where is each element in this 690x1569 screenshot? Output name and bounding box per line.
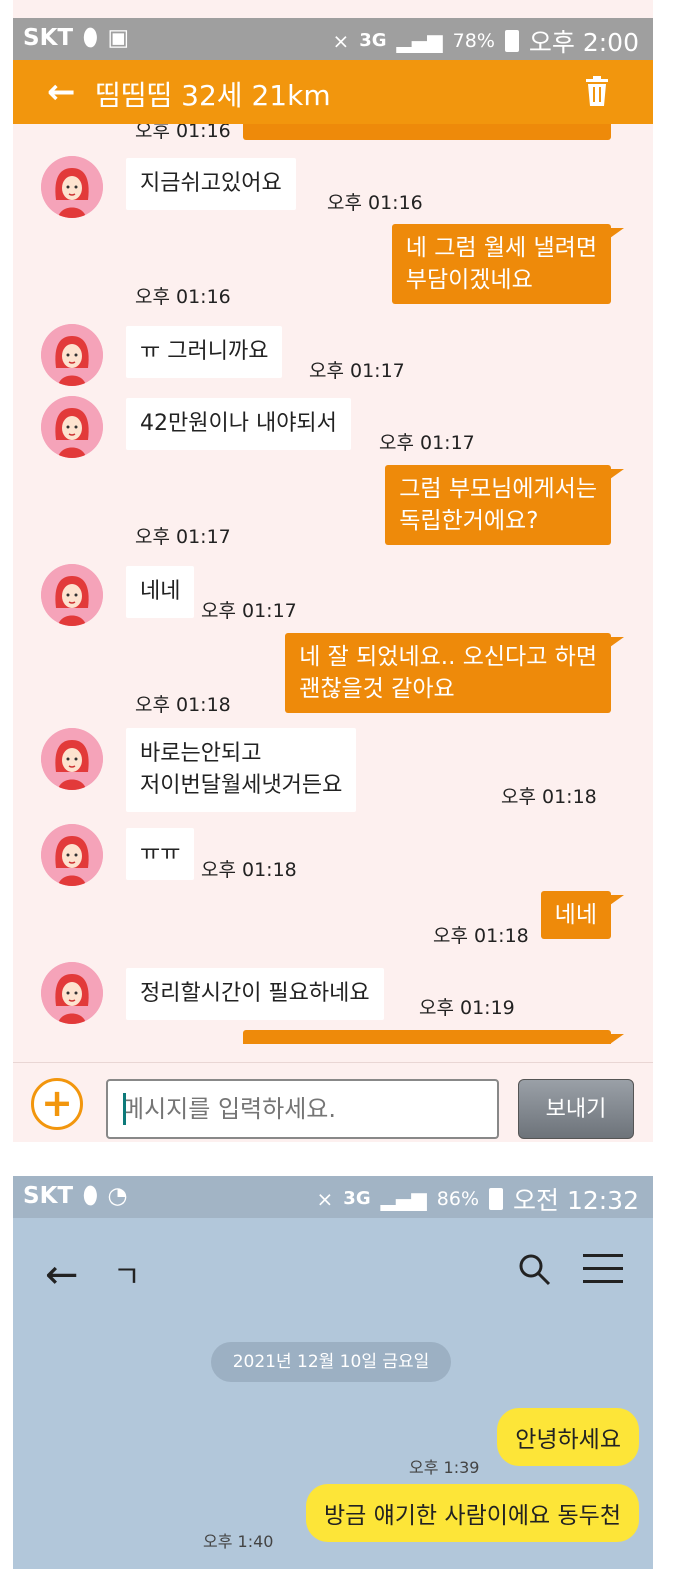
network-label-2: 3G [343, 1188, 371, 1209]
chat-title: 띰띰띰 32세 21km [95, 79, 331, 112]
message-time: 오후 01:17 [135, 526, 231, 548]
wifi-icon: ◔ [107, 1183, 128, 1209]
message-bubble[interactable]: 네네 [540, 891, 625, 939]
chat-title-2: ㄱ [113, 1260, 141, 1295]
mute-icon-2: ⨯ [316, 1187, 334, 1211]
status-bar: SKT ⬮ ▣ ⨯ 3G ▂▄▆ 78% 오후 2:00 [13, 18, 653, 60]
date-divider: 2021년 12월 10일 금요일 [211, 1342, 451, 1382]
back-arrow-icon-2[interactable]: ← [45, 1252, 79, 1298]
message-bubble[interactable]: ㅠㅠ [126, 828, 195, 880]
carrier-label: SKT [23, 25, 74, 51]
message-bubble[interactable] [243, 1030, 624, 1044]
message-bubble[interactable]: ㅠ 그러니까요 [126, 326, 283, 378]
signal-icon: ▂▄▆ [396, 29, 443, 53]
chat-header: ← 띰띰띰 32세 21km [13, 60, 653, 124]
message-bubble[interactable]: 그럼 부모님에게서는 독립한거에요? [385, 465, 624, 545]
message-time: 오후 01:16 [327, 192, 423, 214]
carrier-label-2: SKT [23, 1183, 74, 1209]
avatar[interactable] [41, 728, 103, 790]
message-time: 오후 01:19 [419, 997, 515, 1019]
back-arrow-icon[interactable]: ← [47, 72, 76, 112]
mute-icon: ⨯ [332, 29, 350, 53]
message-bubble[interactable] [243, 124, 611, 140]
bottom-chat-screen: SKT ⬮ ◔ ⨯ 3G ▂▄▆ 86% 오전 12:32 ← ㄱ 2021년 … [13, 1176, 653, 1569]
message-bubble[interactable]: 바로는안되고 저이번달월세냇거든요 [126, 728, 357, 812]
clock-2: 오전 12:32 [513, 1186, 639, 1215]
message-time: 오후 01:18 [501, 786, 597, 808]
message-bubble[interactable]: 방금 얘기한 사람이에요 동두천 [305, 1484, 639, 1542]
chat-header-2: ← ㄱ [13, 1218, 653, 1328]
message-time: 오후 1:40 [203, 1532, 274, 1551]
battery-charging-icon [489, 1188, 503, 1210]
signal-icon-2: ▂▄▆ [380, 1187, 427, 1211]
top-chat-screen: SKT ⬮ ▣ ⨯ 3G ▂▄▆ 78% 오후 2:00 ← 띰띰띰 32세 2… [13, 0, 653, 1142]
add-attachment-button[interactable]: + [31, 1078, 83, 1130]
avatar[interactable] [41, 564, 103, 626]
status-left-2: SKT ⬮ ◔ [23, 1183, 128, 1209]
avatar[interactable] [41, 156, 103, 218]
image-icon: ▣ [107, 25, 130, 51]
status-right: ⨯ 3G ▂▄▆ 78% 오후 2:00 [332, 23, 639, 59]
pill-icon: ⬮ [83, 25, 98, 51]
message-bubble[interactable]: 네네 [126, 566, 195, 618]
battery-icon [504, 30, 519, 52]
avatar[interactable] [41, 962, 103, 1024]
message-time: 오후 01:16 [135, 286, 231, 308]
message-bubble[interactable]: 안녕하세요 [497, 1408, 639, 1466]
menu-icon[interactable] [583, 1254, 623, 1284]
message-bubble[interactable]: 42만원이나 내야되서 [126, 398, 351, 450]
message-time: 오후 01:18 [201, 859, 297, 881]
message-input[interactable] [106, 1079, 499, 1139]
battery-percent-2: 86% [436, 1188, 479, 1210]
message-time: 오후 1:39 [409, 1458, 480, 1477]
message-bubble[interactable]: 네 그럼 월세 낼려면 부담이겠네요 [391, 224, 625, 304]
battery-percent: 78% [452, 30, 495, 52]
message-time: 오후 01:17 [201, 600, 297, 622]
message-bubble[interactable]: 네 잘 되었네요.. 오신다고 하면 괜찮을것 같아요 [285, 633, 624, 713]
message-time: 오후 01:16 [135, 124, 231, 142]
message-bubble[interactable]: 정리할시간이 필요하네요 [126, 968, 384, 1020]
message-time: 오후 01:18 [135, 694, 231, 716]
clock: 오후 2:00 [528, 28, 639, 57]
message-list[interactable]: 오후 01:16 지금쉬고있어요 오후 01:16 네 그럼 월세 낼려면 부담이겠네… [13, 124, 653, 1044]
status-left: SKT ⬮ ▣ [23, 25, 129, 51]
status-right-2: ⨯ 3G ▂▄▆ 86% 오전 12:32 [317, 1181, 639, 1217]
text-caret [123, 1093, 126, 1125]
status-bar-2: SKT ⬮ ◔ ⨯ 3G ▂▄▆ 86% 오전 12:32 [13, 1176, 653, 1218]
message-time: 오후 01:17 [379, 432, 475, 454]
avatar[interactable] [41, 824, 103, 886]
search-icon[interactable] [517, 1252, 551, 1286]
network-label: 3G [359, 30, 387, 51]
message-bubble[interactable]: 지금쉬고있어요 [126, 158, 296, 210]
avatar[interactable] [41, 396, 103, 458]
message-time: 오후 01:17 [309, 360, 405, 382]
message-input-bar: + 보내기 [13, 1062, 653, 1142]
pill-icon-2: ⬮ [83, 1183, 98, 1209]
send-button[interactable]: 보내기 [518, 1079, 634, 1139]
message-time: 오후 01:18 [433, 925, 529, 947]
avatar[interactable] [41, 324, 103, 386]
trash-icon[interactable] [585, 76, 609, 106]
